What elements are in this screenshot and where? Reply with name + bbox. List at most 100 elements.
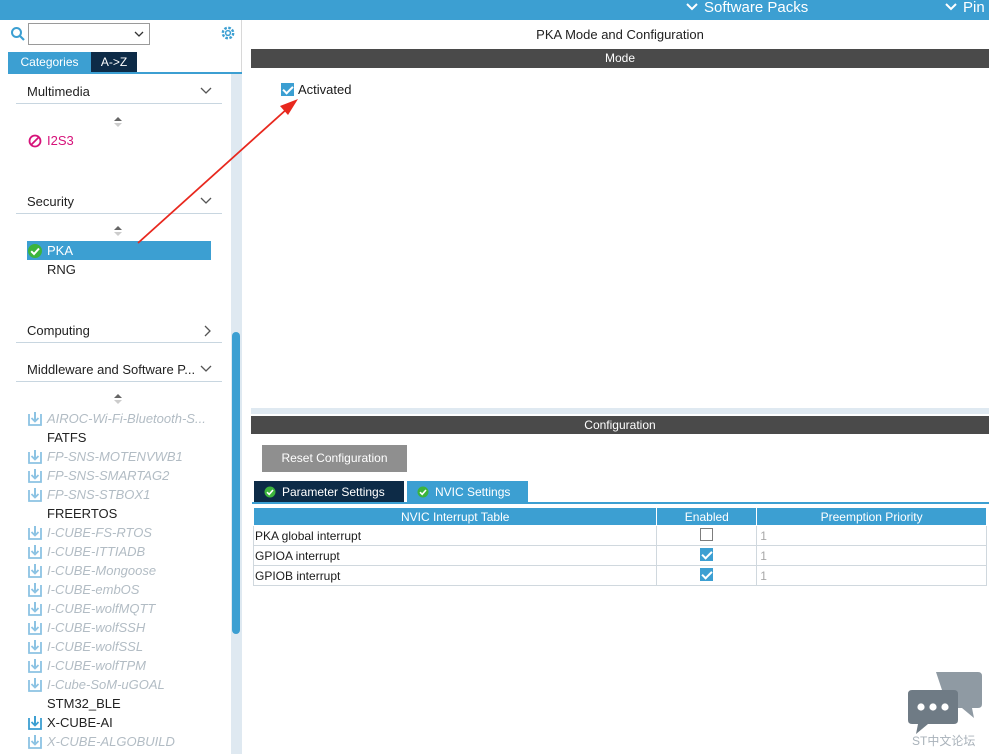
tab-categories[interactable]: Categories <box>8 52 91 72</box>
category-label: Security <box>27 194 74 209</box>
middleware-item[interactable]: X-CUBE-AI <box>27 713 113 732</box>
middleware-item-label: FATFS <box>47 430 87 445</box>
configuration-section-header: Configuration <box>251 416 989 434</box>
middleware-item[interactable]: I-CUBE-wolfSSH <box>27 618 145 637</box>
panel-splitter[interactable] <box>251 408 989 414</box>
sidebar-item-rng[interactable]: RNG <box>27 260 76 279</box>
middleware-item[interactable]: I-CUBE-FS-RTOS <box>27 523 152 542</box>
download-icon <box>28 544 42 559</box>
interrupt-name-cell: GPIOA interrupt <box>252 545 658 566</box>
middleware-item-label: FP-SNS-STBOX1 <box>47 487 151 502</box>
category-security[interactable]: Security <box>16 190 222 214</box>
tab-a-to-z[interactable]: A->Z <box>91 52 137 72</box>
scrollbar-thumb[interactable] <box>232 332 240 634</box>
middleware-item-label: STM32_BLE <box>47 696 121 711</box>
enabled-checkbox[interactable] <box>700 527 714 541</box>
enabled-cell <box>656 525 758 546</box>
middleware-item[interactable]: X-CUBE-ALGOBUILD <box>27 732 175 751</box>
sidebar-item-i2s3[interactable]: I2S3 <box>27 131 74 150</box>
chevron-down-icon[interactable] <box>133 28 145 40</box>
enabled-checkbox[interactable] <box>700 547 714 561</box>
category-label: Multimedia <box>27 84 90 99</box>
middleware-item[interactable]: I-CUBE-Mongoose <box>27 561 156 580</box>
mode-section-header: Mode <box>251 49 989 68</box>
tab-nvic-settings[interactable]: NVIC Settings <box>407 481 528 502</box>
middleware-item-label: I-CUBE-FS-RTOS <box>47 525 152 540</box>
middleware-item-label: I-Cube-SoM-uGOAL <box>47 677 165 692</box>
reset-configuration-button[interactable]: Reset Configuration <box>262 445 407 472</box>
middleware-item[interactable]: I-Cube-SoM-uGOAL <box>27 675 165 694</box>
middleware-item[interactable]: I-CUBE-embOS <box>27 580 139 599</box>
sidebar-item-label: PKA <box>47 243 74 258</box>
middleware-item[interactable]: FP-SNS-MOTENVWB1 <box>27 447 183 466</box>
enabled-checkbox[interactable] <box>700 567 714 581</box>
enabled-cell <box>656 565 758 586</box>
priority-cell[interactable]: 1 <box>756 525 987 546</box>
download-icon <box>28 449 42 464</box>
middleware-item[interactable]: FP-SNS-SMARTAG2 <box>27 466 169 485</box>
middleware-item[interactable]: AIROC-Wi-Fi-Bluetooth-S... <box>27 409 206 428</box>
download-icon <box>28 525 42 540</box>
table-row[interactable]: GPIOB interrupt 1 <box>252 565 987 586</box>
middleware-item[interactable]: FREERTOS <box>27 504 117 523</box>
software-packs-menu[interactable]: Software Packs <box>686 0 808 17</box>
middleware-item-label: FREERTOS <box>47 506 118 521</box>
search-input[interactable] <box>28 23 150 45</box>
middleware-item-label: I-CUBE-wolfSSH <box>47 620 146 635</box>
column-header-priority[interactable]: Preemption Priority <box>756 507 987 526</box>
download-icon <box>28 487 42 502</box>
enabled-cell <box>656 545 758 566</box>
software-packs-label: Software Packs <box>704 0 809 16</box>
tab-parameter-settings[interactable]: Parameter Settings <box>254 481 404 502</box>
middleware-item[interactable]: I-CUBE-wolfTPM <box>27 656 146 675</box>
middleware-item[interactable]: I-CUBE-wolfSSL <box>27 637 143 656</box>
middleware-item-label: I-CUBE-embOS <box>47 582 140 597</box>
tabs-underline <box>8 72 242 74</box>
table-row[interactable]: PKA global interrupt 1 <box>252 525 987 546</box>
download-icon <box>28 639 42 654</box>
download-icon <box>28 601 42 616</box>
category-label: Computing <box>27 323 90 338</box>
error-icon <box>28 134 42 147</box>
download-icon <box>28 582 42 597</box>
search-icon[interactable] <box>10 26 26 42</box>
category-label: Middleware and Software P... <box>27 362 196 377</box>
table-row[interactable]: GPIOA interrupt 1 <box>252 545 987 566</box>
middleware-item-label: AIROC-Wi-Fi-Bluetooth-S... <box>47 411 206 426</box>
category-middleware[interactable]: Middleware and Software P... <box>16 358 222 382</box>
middleware-item[interactable]: I-CUBE-wolfMQTT <box>27 599 155 618</box>
priority-cell[interactable]: 1 <box>756 545 987 566</box>
middleware-item-label: FP-SNS-MOTENVWB1 <box>47 449 183 464</box>
main-panel: PKA Mode and Configuration Mode Activate… <box>251 20 989 754</box>
activated-checkbox[interactable] <box>281 83 294 96</box>
middleware-item[interactable]: I-CUBE-ITTIADB <box>27 542 145 561</box>
priority-cell[interactable]: 1 <box>756 565 987 586</box>
top-menu-bar: Software Packs Pin <box>0 0 989 20</box>
category-computing[interactable]: Computing <box>16 319 222 343</box>
column-header-interrupt[interactable]: NVIC Interrupt Table <box>252 507 658 526</box>
table-header-row: NVIC Interrupt Table Enabled Preemption … <box>252 507 987 526</box>
activated-label: Activated <box>298 82 352 97</box>
sidebar-item-pka[interactable]: PKA <box>27 241 211 260</box>
middleware-item[interactable]: FP-SNS-STBOX1 <box>27 485 150 504</box>
interrupt-name-cell: GPIOB interrupt <box>252 565 658 586</box>
category-multimedia[interactable]: Multimedia <box>16 80 222 104</box>
check-circle-icon <box>28 243 42 258</box>
activated-checkbox-row[interactable]: Activated <box>281 82 351 97</box>
sort-arrows-icon[interactable] <box>113 393 123 405</box>
interrupt-name-cell: PKA global interrupt <box>252 525 658 546</box>
column-header-enabled[interactable]: Enabled <box>656 507 758 526</box>
sort-arrows-icon[interactable] <box>113 116 123 128</box>
middleware-item-label: X-CUBE-ALGOBUILD <box>47 734 175 749</box>
check-circle-icon <box>264 486 276 497</box>
nvic-interrupt-table: NVIC Interrupt Table Enabled Preemption … <box>252 507 987 586</box>
middleware-item[interactable]: FATFS <box>27 428 86 447</box>
pinout-label: Pin <box>963 0 985 16</box>
download-icon <box>28 411 42 426</box>
sort-arrows-icon[interactable] <box>113 225 123 237</box>
tab-label: Parameter Settings <box>282 484 385 499</box>
pinout-menu[interactable]: Pin <box>945 0 985 17</box>
middleware-item[interactable]: STM32_BLE <box>27 694 121 713</box>
gear-icon[interactable] <box>219 24 237 42</box>
sidebar-item-label: RNG <box>47 262 76 277</box>
